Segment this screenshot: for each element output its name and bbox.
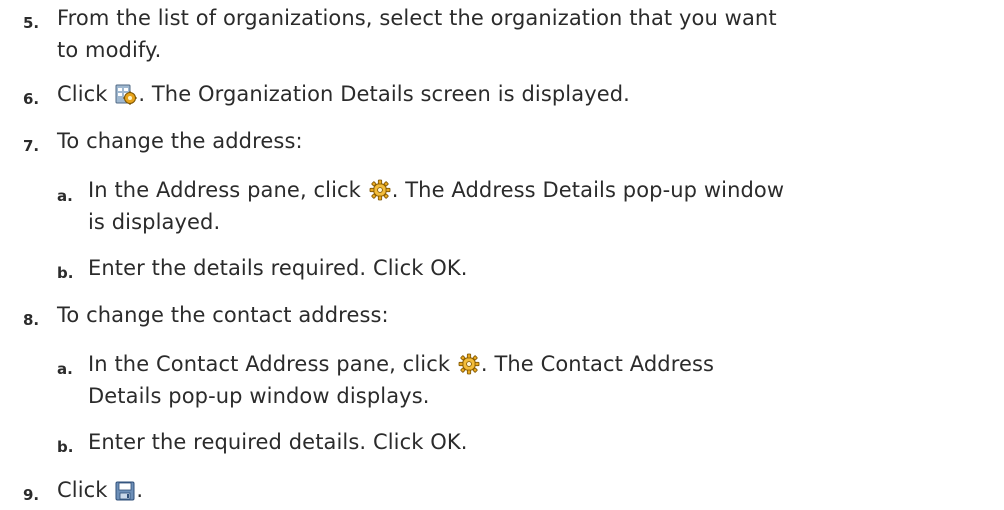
step-number: 8. [23, 311, 40, 329]
substep-letter: a. [57, 187, 73, 205]
step-text-after-icon: . The Organization Details screen is dis… [138, 82, 630, 106]
substep-text-after-icon: . The Address Details pop-up window [391, 178, 785, 202]
substep-text-line: In the Contact Address pane, click . The… [88, 349, 714, 379]
substep-letter: b. [57, 438, 74, 456]
substep-text-continued: Details pop-up window displays. [88, 384, 430, 408]
step-text: To change the address: [57, 129, 303, 153]
step-text-after-icon: . [136, 478, 144, 502]
substep-letter: b. [57, 264, 74, 282]
gear-icon [369, 179, 391, 201]
substep-text: In the Contact Address pane, click [88, 352, 457, 376]
substep-letter: a. [57, 360, 73, 378]
substep-text-line: In the Address pane, click . The Address… [88, 175, 784, 205]
step-text: Click [57, 82, 115, 106]
step-text: To change the contact address: [57, 303, 389, 327]
step-text-continued: to modify. [57, 38, 162, 62]
step-text-line: Click . [57, 475, 143, 505]
save-icon [115, 481, 135, 501]
organization-details-icon [115, 83, 138, 105]
instruction-steps: 5. From the list of organizations, selec… [0, 0, 1004, 510]
gear-icon [458, 353, 480, 375]
substep-text: In the Address pane, click [88, 178, 368, 202]
substep-text: Enter the details required. Click OK. [88, 256, 468, 280]
step-number: 6. [23, 90, 40, 108]
step-text: From the list of organizations, select t… [57, 6, 777, 30]
step-text-line: Click . The Organization Details screen … [57, 79, 630, 109]
substep-text-after-icon: . The Contact Address [480, 352, 715, 376]
substep-text-continued: is displayed. [88, 210, 221, 234]
step-number: 7. [23, 137, 40, 155]
substep-text: Enter the required details. Click OK. [88, 430, 468, 454]
step-number: 5. [23, 14, 40, 32]
step-text: Click [57, 478, 115, 502]
step-number: 9. [23, 486, 40, 504]
